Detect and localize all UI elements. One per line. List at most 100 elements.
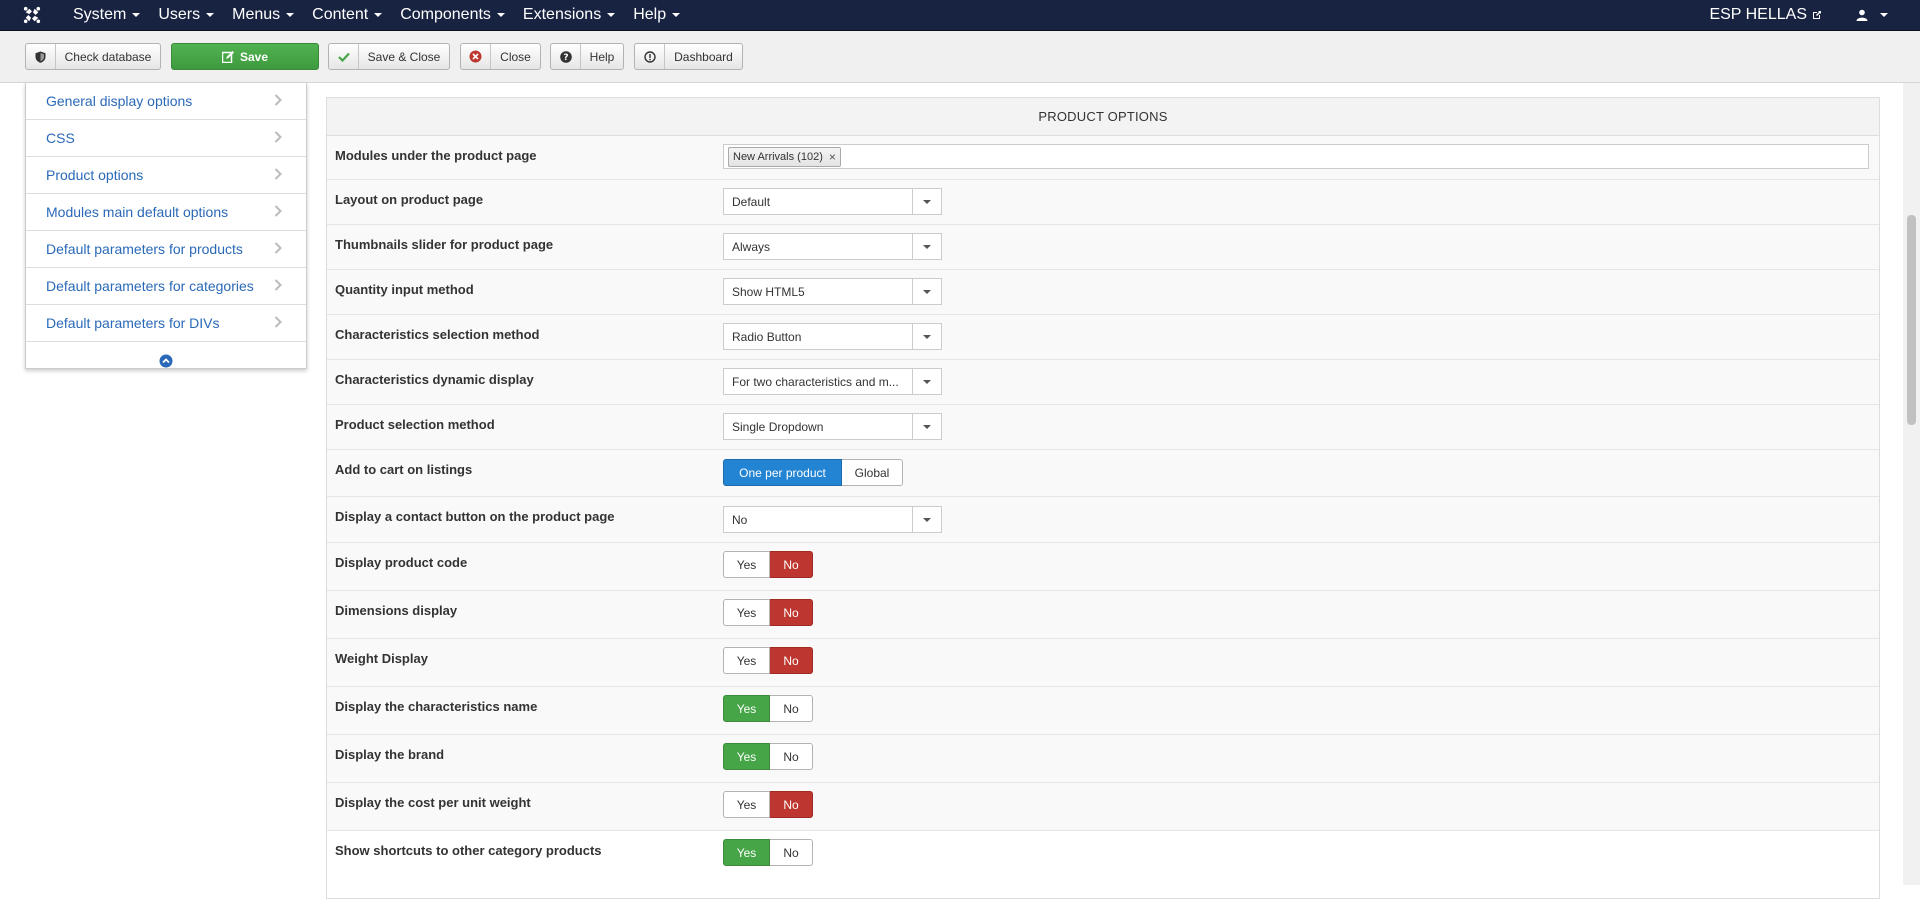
- brand-no[interactable]: No: [770, 743, 813, 770]
- add-to-cart-one-per-product[interactable]: One per product: [723, 459, 842, 486]
- save-button[interactable]: Save: [171, 43, 319, 70]
- shield-icon: [26, 44, 56, 69]
- row-category-shortcuts: Show shortcuts to other category product…: [327, 831, 1879, 878]
- weight-no[interactable]: No: [770, 647, 813, 674]
- row-weight-display: Weight Display Yes No: [327, 639, 1879, 687]
- dimensions-toggle: Yes No: [723, 599, 813, 626]
- sidebar-item-default-parameters-divs[interactable]: Default parameters for DIVs: [26, 305, 306, 342]
- modules-tag-input[interactable]: New Arrivals (102) ×: [723, 144, 1869, 169]
- dimensions-yes[interactable]: Yes: [723, 599, 770, 626]
- modules-tag-field[interactable]: New Arrivals (102) ×: [723, 144, 1869, 169]
- chevron-right-icon: [274, 93, 282, 109]
- help-button[interactable]: ? Help: [550, 43, 624, 70]
- dimensions-no[interactable]: No: [770, 599, 813, 626]
- user-icon: [1856, 9, 1868, 21]
- product-code-yes[interactable]: Yes: [723, 551, 770, 578]
- remove-tag-icon[interactable]: ×: [829, 150, 836, 164]
- sidebar-collapse-button[interactable]: [26, 342, 306, 379]
- weight-yes[interactable]: Yes: [723, 647, 770, 674]
- caret-down-icon: [496, 13, 505, 17]
- chevron-right-icon: [274, 278, 282, 294]
- dashboard-button[interactable]: Dashboard: [634, 43, 743, 70]
- chevron-right-icon: [274, 241, 282, 257]
- dropdown-arrow-icon: [912, 369, 941, 394]
- edit-icon: [221, 44, 234, 69]
- check-database-button[interactable]: Check database: [25, 43, 161, 70]
- row-characteristics-selection: Characteristics selection method Radio B…: [327, 315, 1879, 360]
- chevron-right-icon: [274, 167, 282, 183]
- shortcuts-yes[interactable]: Yes: [723, 839, 770, 866]
- chevron-right-icon: [274, 130, 282, 146]
- sidebar-item-product-options[interactable]: Product options: [26, 157, 306, 194]
- contact-button-select[interactable]: No: [723, 506, 942, 533]
- product-code-toggle: Yes No: [723, 551, 813, 578]
- joomla-logo-icon[interactable]: [0, 0, 64, 30]
- add-to-cart-global[interactable]: Global: [842, 459, 903, 486]
- scrollbar-thumb[interactable]: [1907, 215, 1916, 425]
- characteristics-name-no[interactable]: No: [770, 695, 813, 722]
- panel-title: PRODUCT OPTIONS: [327, 98, 1879, 136]
- caret-down-icon: [374, 13, 383, 17]
- cost-per-unit-yes[interactable]: Yes: [723, 791, 770, 818]
- site-link[interactable]: ESP HELLAS: [1709, 6, 1822, 24]
- product-selection-select[interactable]: Single Dropdown: [723, 413, 942, 440]
- caret-down-icon: [607, 13, 616, 17]
- brand-yes[interactable]: Yes: [723, 743, 770, 770]
- user-menu[interactable]: [1856, 9, 1888, 21]
- thumbnails-slider-select[interactable]: Always: [723, 233, 942, 260]
- toolbar: Check database Save Save & Close Close ?…: [0, 31, 1920, 83]
- product-code-no[interactable]: No: [770, 551, 813, 578]
- characteristics-dynamic-select[interactable]: For two characteristics and m...: [723, 368, 942, 395]
- row-quantity-input-method: Quantity input method Show HTML5: [327, 270, 1879, 315]
- question-circle-icon: ?: [551, 44, 581, 69]
- external-link-icon: [1812, 10, 1822, 20]
- cost-per-unit-no[interactable]: No: [770, 791, 813, 818]
- sidebar-item-modules-main-default-options[interactable]: Modules main default options: [26, 194, 306, 231]
- row-characteristics-dynamic: Characteristics dynamic display For two …: [327, 360, 1879, 405]
- sidebar-item-default-parameters-products[interactable]: Default parameters for products: [26, 231, 306, 268]
- weight-toggle: Yes No: [723, 647, 813, 674]
- shortcuts-no[interactable]: No: [770, 839, 813, 866]
- cost-per-unit-toggle: Yes No: [723, 791, 813, 818]
- nav-menu-users[interactable]: Users: [149, 0, 223, 30]
- caret-down-icon: [206, 13, 215, 17]
- row-add-to-cart: Add to cart on listings One per product …: [327, 450, 1879, 497]
- caret-down-icon: [1880, 13, 1888, 17]
- dropdown-arrow-icon: [912, 189, 941, 214]
- info-circle-icon: [635, 44, 665, 69]
- dropdown-arrow-icon: [912, 279, 941, 304]
- module-tag: New Arrivals (102) ×: [728, 146, 841, 167]
- main-menu: System Users Menus Content Components Ex…: [64, 0, 689, 30]
- add-to-cart-toggle: One per product Global: [723, 459, 903, 486]
- options-sidebar: General display options CSS Product opti…: [25, 83, 307, 369]
- svg-text:?: ?: [563, 53, 568, 63]
- row-modules-under-product-page: Modules under the product page New Arriv…: [327, 136, 1879, 180]
- nav-menu-extensions[interactable]: Extensions: [514, 0, 624, 30]
- characteristics-name-yes[interactable]: Yes: [723, 695, 770, 722]
- sidebar-item-default-parameters-categories[interactable]: Default parameters for categories: [26, 268, 306, 305]
- layout-select[interactable]: Default: [723, 188, 942, 215]
- close-button[interactable]: Close: [460, 43, 541, 70]
- product-options-panel: PRODUCT OPTIONS Modules under the produc…: [326, 97, 1880, 899]
- characteristics-selection-select[interactable]: Radio Button: [723, 323, 942, 350]
- row-display-brand: Display the brand Yes No: [327, 735, 1879, 783]
- nav-right: ESP HELLAS: [1709, 0, 1920, 30]
- nav-menu-menus[interactable]: Menus: [223, 0, 303, 30]
- nav-menu-help[interactable]: Help: [624, 0, 689, 30]
- shortcuts-toggle: Yes No: [723, 839, 813, 866]
- caret-down-icon: [672, 13, 681, 17]
- nav-menu-system[interactable]: System: [64, 0, 149, 30]
- sidebar-item-css[interactable]: CSS: [26, 120, 306, 157]
- chevron-right-icon: [274, 204, 282, 220]
- quantity-input-method-select[interactable]: Show HTML5: [723, 278, 942, 305]
- page-scrollbar[interactable]: [1903, 83, 1920, 885]
- row-product-code: Display product code Yes No: [327, 543, 1879, 591]
- save-and-close-button[interactable]: Save & Close: [328, 43, 450, 70]
- nav-menu-components[interactable]: Components: [391, 0, 514, 30]
- row-characteristics-name: Display the characteristics name Yes No: [327, 687, 1879, 735]
- top-navbar: System Users Menus Content Components Ex…: [0, 0, 1920, 31]
- sidebar-item-general-display-options[interactable]: General display options: [26, 83, 306, 120]
- dropdown-arrow-icon: [912, 324, 941, 349]
- nav-menu-content[interactable]: Content: [303, 0, 391, 30]
- brand-toggle: Yes No: [723, 743, 813, 770]
